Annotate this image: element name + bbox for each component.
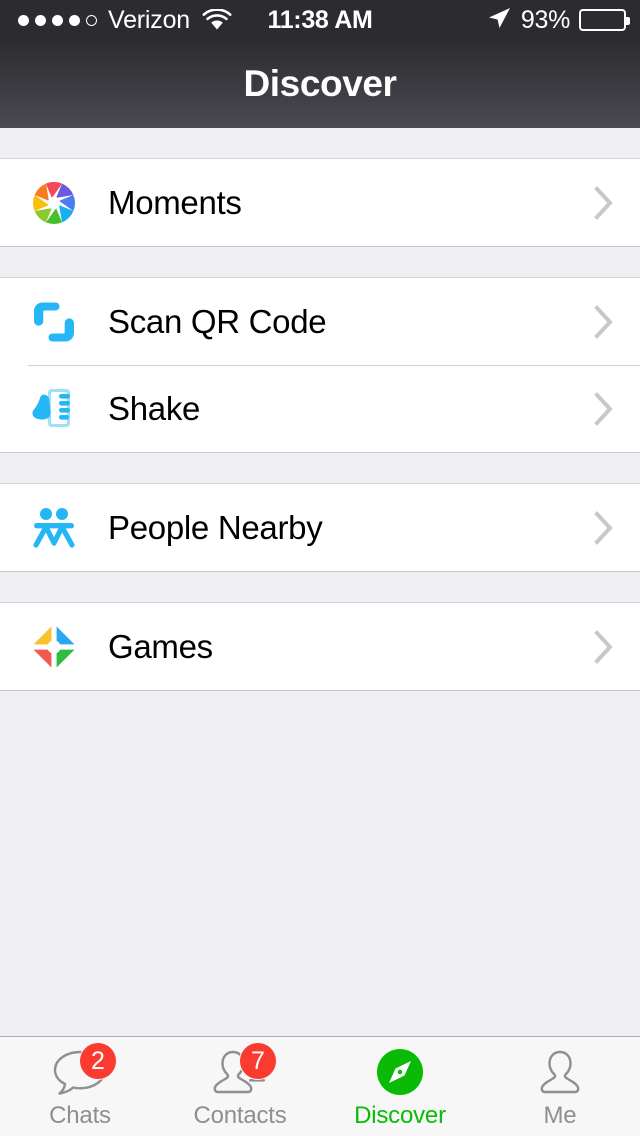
list-gap bbox=[0, 247, 640, 277]
tab-bar: 2 Chats 7 Contacts Discover Me bbox=[0, 1036, 640, 1136]
games-pinwheel-icon bbox=[28, 621, 80, 673]
shake-phone-icon bbox=[28, 383, 80, 435]
list-group-people-nearby: People Nearby bbox=[0, 483, 640, 572]
list-item-label: Shake bbox=[108, 389, 201, 427]
tab-label: Chats bbox=[49, 1102, 111, 1129]
tab-contacts[interactable]: 7 Contacts bbox=[160, 1037, 320, 1136]
list-group-scan-shake: Scan QR Code Shake bbox=[0, 277, 640, 453]
list-gap bbox=[0, 453, 640, 483]
chevron-right-icon bbox=[594, 185, 614, 220]
page-title: Discover bbox=[243, 63, 397, 104]
list-item-shake[interactable]: Shake bbox=[0, 365, 640, 452]
scan-qr-code-icon bbox=[28, 296, 80, 348]
discover-screen: Verizon 11:38 AM 93% Discover Moments Sc… bbox=[0, 0, 640, 1136]
moments-aperture-icon bbox=[28, 177, 80, 229]
tab-discover[interactable]: Discover bbox=[320, 1037, 480, 1136]
tab-me[interactable]: Me bbox=[480, 1037, 640, 1136]
list-item-people-nearby[interactable]: People Nearby bbox=[0, 484, 640, 571]
list-item-label: Scan QR Code bbox=[108, 302, 327, 340]
list-item-label: Games bbox=[108, 627, 213, 665]
tab-chats[interactable]: 2 Chats bbox=[0, 1037, 160, 1136]
tab-label: Contacts bbox=[193, 1102, 287, 1129]
navigation-bar: Discover bbox=[0, 40, 640, 128]
discover-list: Moments Scan QR Code Shake People Nearby… bbox=[0, 128, 640, 1036]
list-item-moments[interactable]: Moments bbox=[0, 159, 640, 246]
tab-label: Me bbox=[543, 1102, 577, 1129]
status-bar-right: 93% bbox=[486, 0, 630, 40]
list-item-label: Moments bbox=[108, 183, 242, 221]
chevron-right-icon bbox=[594, 391, 614, 426]
chevron-right-icon bbox=[594, 510, 614, 545]
list-group-moments: Moments bbox=[0, 158, 640, 247]
tab-label: Discover bbox=[354, 1102, 446, 1129]
location-arrow-icon bbox=[486, 5, 512, 36]
list-item-label: People Nearby bbox=[108, 508, 323, 546]
compass-icon bbox=[369, 1046, 431, 1098]
list-gap bbox=[0, 572, 640, 602]
status-bar: Verizon 11:38 AM 93% bbox=[0, 0, 640, 40]
list-gap bbox=[0, 128, 640, 158]
list-item-scan-qr-code[interactable]: Scan QR Code bbox=[0, 278, 640, 365]
battery-icon bbox=[579, 9, 630, 31]
chats-badge: 2 bbox=[79, 1042, 117, 1080]
chevron-right-icon bbox=[594, 304, 614, 339]
person-icon bbox=[529, 1046, 591, 1098]
contacts-icon: 7 bbox=[209, 1042, 277, 1098]
contacts-badge: 7 bbox=[239, 1042, 277, 1080]
battery-percentage: 93% bbox=[520, 5, 570, 34]
list-group-games: Games bbox=[0, 602, 640, 691]
list-item-games[interactable]: Games bbox=[0, 603, 640, 690]
chevron-right-icon bbox=[594, 629, 614, 664]
people-nearby-icon bbox=[28, 502, 80, 554]
chat-bubble-icon: 2 bbox=[49, 1042, 117, 1098]
